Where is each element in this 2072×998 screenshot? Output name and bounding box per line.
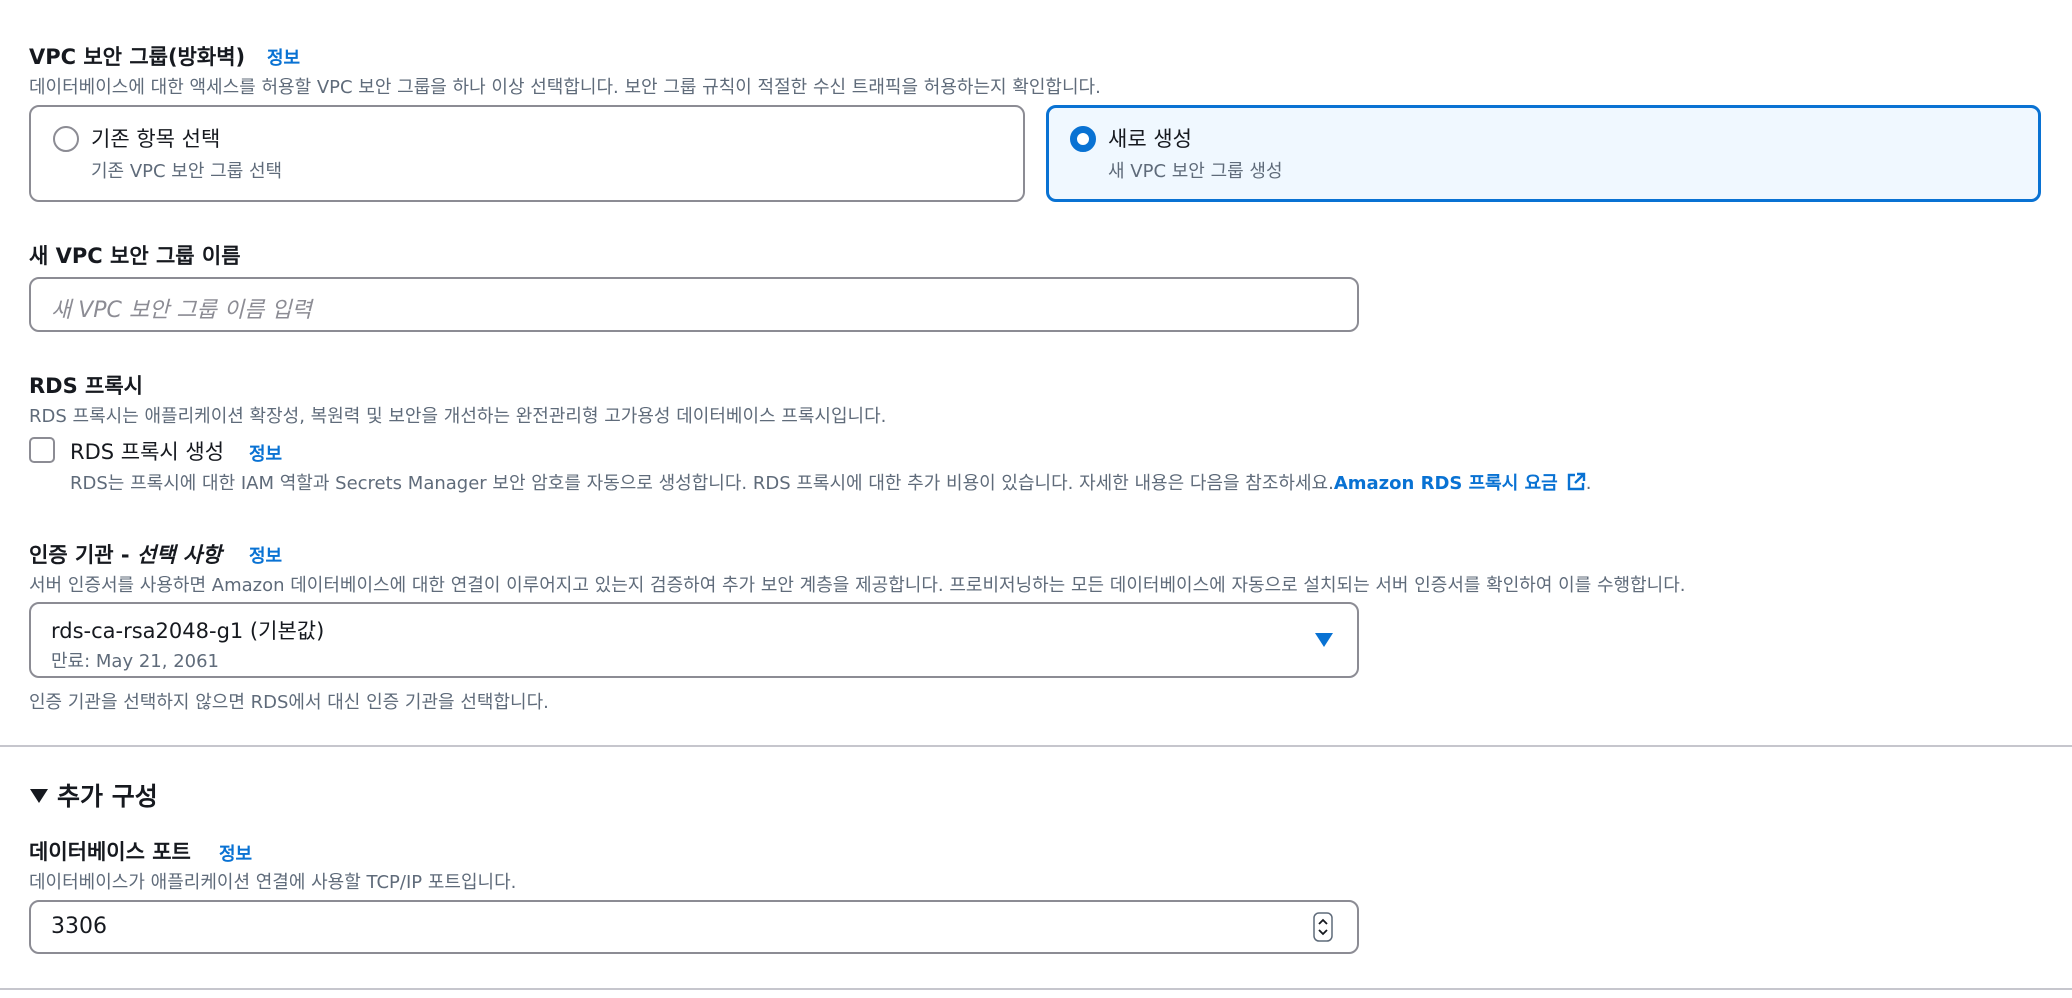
ca-label-text: 인증 기관 - [29, 543, 137, 567]
db-port-info-link[interactable]: 정보 [219, 840, 252, 866]
external-link-icon[interactable] [1566, 472, 1586, 497]
db-port-description: 데이터베이스가 애플리케이션 연결에 사용할 TCP/IP 포트입니다. [29, 872, 517, 893]
ca-select[interactable]: rds-ca-rsa2048-g1 (기본값) 만료: May 21, 2061 [29, 602, 1359, 678]
db-port-input[interactable]: 3306 [29, 900, 1359, 954]
create-new-radio[interactable] [1070, 126, 1096, 152]
vpc-security-group-description: 데이터베이스에 대한 액세스를 허용할 VPC 보안 그룹을 하나 이상 선택합… [29, 77, 1101, 98]
choose-existing-subtitle: 기존 VPC 보안 그룹 선택 [91, 161, 283, 182]
ca-label-optional: 선택 사항 [136, 543, 222, 567]
bottom-border [0, 988, 2072, 990]
new-sg-name-input[interactable]: 새 VPC 보안 그룹 이름 입력 [29, 277, 1359, 332]
choose-existing-title: 기존 항목 선택 [91, 127, 221, 151]
ca-selected-expiry: 만료: May 21, 2061 [51, 651, 219, 672]
create-new-tile[interactable]: 새로 생성 새 VPC 보안 그룹 생성 [1046, 105, 2041, 202]
choose-existing-tile[interactable]: 기존 항목 선택 기존 VPC 보안 그룹 선택 [29, 105, 1025, 202]
vpc-security-group-info-link[interactable]: 정보 [267, 44, 300, 70]
additional-config-toggle[interactable]: 추가 구성 [29, 777, 158, 813]
section-divider [0, 745, 2072, 747]
ca-info-link[interactable]: 정보 [249, 542, 282, 568]
db-port-value: 3306 [51, 914, 107, 939]
new-sg-name-placeholder: 새 VPC 보안 그룹 이름 입력 [51, 298, 312, 323]
ca-description: 서버 인증서를 사용하면 Amazon 데이터베이스에 대한 연결이 이루어지고… [29, 575, 1686, 596]
ca-hint: 인증 기관을 선택하지 않으면 RDS에서 대신 인증 기관을 선택합니다. [29, 692, 549, 713]
number-spinner-icon[interactable] [1313, 912, 1333, 946]
rds-proxy-description: RDS 프록시는 애플리케이션 확장성, 복원력 및 보안을 개선하는 완전관리… [29, 406, 887, 427]
additional-config-title: 추가 구성 [57, 782, 158, 811]
rds-proxy-info-link[interactable]: 정보 [249, 440, 282, 466]
choose-existing-radio[interactable] [53, 126, 79, 152]
caret-down-filled-icon [29, 788, 49, 808]
ca-label: 인증 기관 - 선택 사항 [29, 539, 222, 569]
rds-proxy-label: RDS 프록시 [29, 374, 143, 398]
rds-proxy-pricing-link[interactable]: Amazon RDS 프록시 요금 [1334, 473, 1558, 494]
ca-selected-value: rds-ca-rsa2048-g1 (기본값) [51, 619, 325, 643]
rds-proxy-checkbox-description: RDS는 프록시에 대한 IAM 역할과 Secrets Manager 보안 … [70, 469, 1591, 497]
create-new-title: 새로 생성 [1108, 127, 1192, 151]
create-rds-proxy-label[interactable]: RDS 프록시 생성 [70, 436, 224, 466]
rds-proxy-note-end: . [1585, 473, 1592, 494]
vpc-security-group-label: VPC 보안 그룹(방화벽) [29, 45, 246, 69]
db-port-label: 데이터베이스 포트 [29, 840, 191, 864]
caret-down-icon[interactable] [1314, 632, 1334, 652]
create-rds-proxy-checkbox[interactable] [29, 437, 55, 463]
rds-proxy-note-text: RDS는 프록시에 대한 IAM 역할과 Secrets Manager 보안 … [70, 473, 1334, 494]
create-new-subtitle: 새 VPC 보안 그룹 생성 [1108, 161, 1283, 182]
new-sg-name-label: 새 VPC 보안 그룹 이름 [29, 244, 241, 268]
